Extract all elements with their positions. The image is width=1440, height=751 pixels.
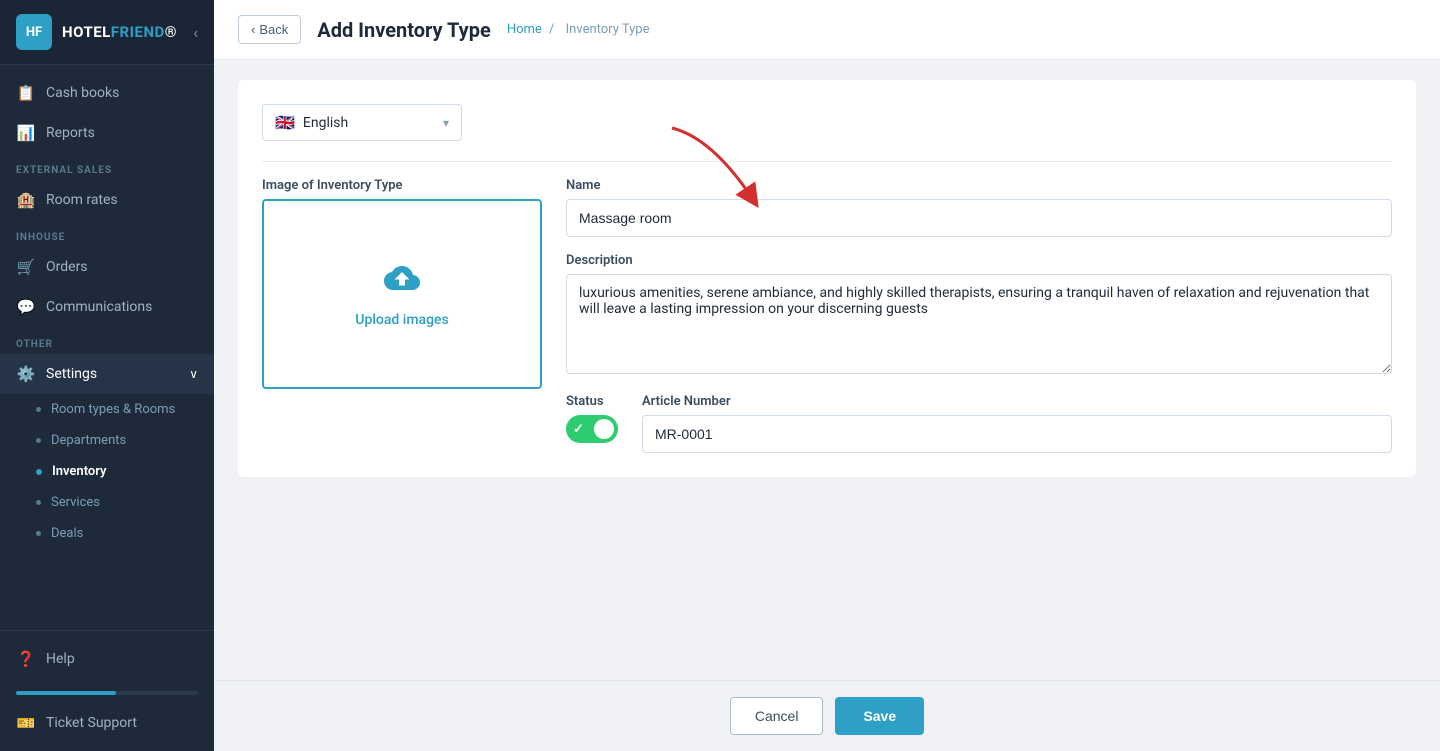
status-article-row: Status ✓ xyxy=(566,394,1392,453)
sidebar-item-cash-books[interactable]: 📋 Cash books xyxy=(0,73,214,113)
cancel-button[interactable]: Cancel xyxy=(730,697,824,735)
language-selector[interactable]: 🇬🇧 English ▾ xyxy=(262,104,462,141)
status-column: Status ✓ xyxy=(566,394,618,443)
back-arrow-icon: ‹ xyxy=(251,22,255,37)
sidebar-logo: HF HOTELFRIEND® ‹ xyxy=(0,0,214,65)
progress-bar-bg xyxy=(16,691,198,695)
section-label-inhouse: INHOUSE xyxy=(0,220,214,247)
language-chevron-icon: ▾ xyxy=(443,116,449,130)
toggle-slider: ✓ xyxy=(566,415,618,443)
back-button[interactable]: ‹ Back xyxy=(238,15,301,44)
section-label-external-sales: EXTERNAL SALES xyxy=(0,153,214,180)
sidebar-nav: 📋 Cash books 📊 Reports EXTERNAL SALES 🏨 … xyxy=(0,65,214,630)
name-input[interactable] xyxy=(566,199,1392,237)
form-body: Image of Inventory Type Upload images xyxy=(262,178,1392,453)
save-button[interactable]: Save xyxy=(835,697,924,735)
upload-label: Upload images xyxy=(355,312,448,328)
sidebar-progress xyxy=(0,679,214,703)
status-label: Status xyxy=(566,394,618,409)
collapse-sidebar-button[interactable]: ‹ xyxy=(193,23,198,42)
name-label: Name xyxy=(566,178,1392,193)
orders-icon: 🛒 xyxy=(16,257,36,277)
breadcrumb: Home / Inventory Type xyxy=(507,22,654,37)
progress-bar-fill xyxy=(16,691,116,695)
page-header: ‹ Back Add Inventory Type Home / Invento… xyxy=(214,0,1440,60)
sidebar-item-help[interactable]: ❓ Help xyxy=(0,639,214,679)
toggle-check-icon: ✓ xyxy=(573,422,584,437)
section-label-other: OTHER xyxy=(0,327,214,354)
form-main-row: Image of Inventory Type Upload images xyxy=(262,178,1392,453)
form-image-column: Image of Inventory Type Upload images xyxy=(262,178,542,453)
cash-books-icon: 📋 xyxy=(16,83,36,103)
name-field-group: Name xyxy=(566,178,1392,237)
article-number-label: Article Number xyxy=(642,394,1392,409)
sidebar-sub-item-services[interactable]: Services xyxy=(0,487,214,518)
sidebar-sub-item-inventory[interactable]: Inventory xyxy=(0,456,214,487)
language-flag-icon: 🇬🇧 xyxy=(275,113,295,132)
room-rates-icon: 🏨 xyxy=(16,190,36,210)
app-name: HOTELFRIEND® xyxy=(62,23,177,41)
upload-box[interactable]: Upload images xyxy=(262,199,542,389)
sidebar-bottom: ❓ Help 🎫 Ticket Support xyxy=(0,630,214,751)
settings-icon: ⚙️ xyxy=(16,364,36,384)
help-icon: ❓ xyxy=(16,649,36,669)
article-number-column: Article Number xyxy=(642,394,1392,453)
sidebar-item-ticket-support[interactable]: 🎫 Ticket Support xyxy=(0,703,214,743)
logo-icon: HF xyxy=(16,14,52,50)
sidebar-item-orders[interactable]: 🛒 Orders xyxy=(0,247,214,287)
settings-chevron-icon: ∨ xyxy=(189,367,198,381)
language-label: English xyxy=(303,115,348,131)
annotation-arrow-2 xyxy=(214,498,232,598)
description-label: Description xyxy=(566,253,1392,268)
page-title: Add Inventory Type xyxy=(317,18,491,42)
description-textarea[interactable] xyxy=(566,274,1392,374)
content-area: 🇬🇧 English ▾ Ima xyxy=(214,60,1440,680)
article-number-input[interactable] xyxy=(642,415,1392,453)
main-area: ‹ Back Add Inventory Type Home / Invento… xyxy=(214,0,1440,751)
sidebar-sub-item-departments[interactable]: Departments xyxy=(0,425,214,456)
sidebar-item-reports[interactable]: 📊 Reports xyxy=(0,113,214,153)
breadcrumb-current: Inventory Type xyxy=(566,22,650,37)
form-card: 🇬🇧 English ▾ Ima xyxy=(238,80,1416,477)
sub-dot-inactive xyxy=(36,500,41,505)
sub-dot-inactive xyxy=(36,531,41,536)
footer-actions: Cancel Save xyxy=(214,680,1440,751)
breadcrumb-separator: / xyxy=(549,22,554,37)
sidebar-item-room-rates[interactable]: 🏨 Room rates xyxy=(0,180,214,220)
reports-icon: 📊 xyxy=(16,123,36,143)
sub-dot-active xyxy=(36,469,42,475)
ticket-icon: 🎫 xyxy=(16,713,36,733)
description-field-group: Description xyxy=(566,253,1392,378)
status-toggle[interactable]: ✓ xyxy=(566,415,618,443)
breadcrumb-home[interactable]: Home xyxy=(507,22,542,37)
toggle-knob xyxy=(594,419,614,439)
sidebar-item-communications[interactable]: 💬 Communications xyxy=(0,287,214,327)
status-toggle-container: ✓ xyxy=(566,415,618,443)
sidebar-sub-item-room-types[interactable]: Room types & Rooms xyxy=(0,394,214,425)
form-fields-column: Name Description Status xyxy=(566,178,1392,453)
sidebar-item-settings[interactable]: ⚙️ Settings ∨ xyxy=(0,354,214,394)
upload-icon xyxy=(384,260,420,304)
sub-dot-inactive xyxy=(36,438,41,443)
image-section-label: Image of Inventory Type xyxy=(262,178,542,193)
sub-dot-inactive xyxy=(36,407,41,412)
sidebar-sub-item-deals[interactable]: Deals xyxy=(0,518,214,549)
sidebar: HF HOTELFRIEND® ‹ 📋 Cash books 📊 Reports… xyxy=(0,0,214,751)
communications-icon: 💬 xyxy=(16,297,36,317)
form-divider xyxy=(262,161,1392,162)
